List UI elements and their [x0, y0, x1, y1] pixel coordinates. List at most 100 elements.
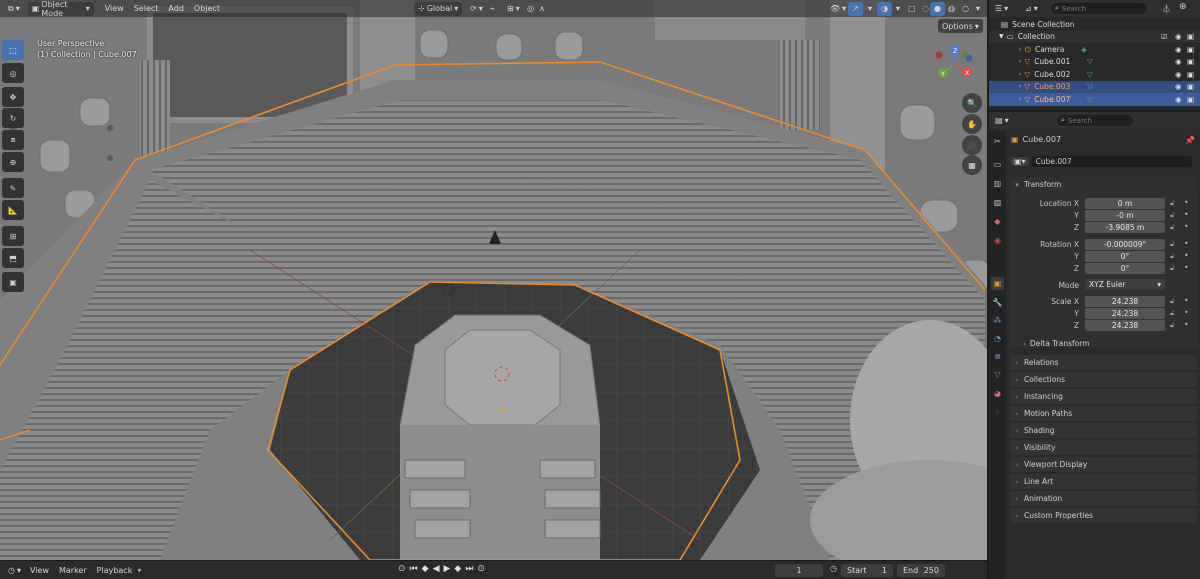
- start-frame-field[interactable]: Start 1: [841, 564, 893, 577]
- outliner-search[interactable]: ⌕ Search: [1051, 3, 1147, 14]
- scale-tool[interactable]: ⧈: [2, 130, 24, 150]
- editor-type-button[interactable]: ⧉ ▾: [4, 2, 24, 16]
- proportional-falloff-button[interactable]: ∧: [535, 2, 549, 16]
- menu-object[interactable]: Object: [189, 4, 225, 13]
- transform-panel-header[interactable]: ▾ Transform: [1010, 177, 1197, 192]
- properties-search[interactable]: ⌕ Search: [1057, 115, 1133, 126]
- orientation-dropdown[interactable]: ⊹ Global ▾: [414, 1, 462, 16]
- shading-material[interactable]: ◍: [944, 2, 959, 16]
- gizmo-dropdown[interactable]: ▾: [864, 2, 876, 16]
- object-name-field[interactable]: Cube.007: [1031, 156, 1192, 167]
- lock-icon[interactable]: 🔓︎: [1170, 264, 1175, 273]
- camera-icon[interactable]: ▣: [1187, 57, 1194, 66]
- snap-button[interactable]: ⌁: [486, 2, 499, 16]
- location-x-field[interactable]: 0 m: [1085, 198, 1165, 209]
- relations-panel[interactable]: › Relations: [1010, 355, 1197, 370]
- gizmo-toggle[interactable]: ↗: [848, 1, 863, 16]
- properties-editor-button[interactable]: ▤ ▾: [991, 113, 1013, 127]
- navigation-gizmo[interactable]: Z X Y: [925, 40, 981, 90]
- lock-icon[interactable]: 🔓︎: [1170, 240, 1175, 249]
- collection-row[interactable]: ▼ ▭ Collection ☑ ◉ ▣: [989, 30, 1200, 43]
- shading-solid[interactable]: ●: [930, 1, 945, 16]
- record-icon[interactable]: ⊙: [398, 564, 406, 574]
- keyframe-dot-icon[interactable]: •: [1184, 251, 1189, 260]
- keyframe-dot-icon[interactable]: •: [1184, 210, 1189, 219]
- ortho-toggle-button[interactable]: ▦: [962, 155, 982, 175]
- data-tab-icon[interactable]: ▽: [991, 368, 1004, 381]
- select-box-tool[interactable]: ⬚: [2, 40, 24, 60]
- outliner-item-cube007[interactable]: › ▽ Cube.007 ▽ ◉ ▣: [989, 93, 1200, 106]
- rotation-z-field[interactable]: 0°: [1085, 263, 1165, 274]
- timeline-menu-marker[interactable]: Marker: [54, 566, 92, 575]
- jump-start-icon[interactable]: ⏮: [410, 564, 418, 574]
- render-tab-icon[interactable]: ▭: [991, 158, 1004, 171]
- view-layer-tab-icon[interactable]: ▨: [991, 196, 1004, 209]
- scale-y-field[interactable]: 24.238: [1085, 308, 1165, 319]
- mode-dropdown[interactable]: ▣ Object Mode ▾: [27, 0, 94, 18]
- timeline-menu-playback[interactable]: Playback: [92, 566, 138, 575]
- menu-view[interactable]: View: [100, 4, 129, 13]
- eye-icon[interactable]: ◉: [1175, 95, 1182, 104]
- annotate-tool[interactable]: ✎: [2, 178, 24, 198]
- add-cube-alt-tool[interactable]: ⬒: [2, 248, 24, 268]
- tool-tab-icon[interactable]: ✂: [991, 135, 1004, 148]
- camera-icon[interactable]: ▣: [1187, 32, 1194, 41]
- custom-properties-panel[interactable]: › Custom Properties: [1010, 508, 1197, 523]
- zoom-button[interactable]: 🔍: [962, 93, 982, 113]
- eye-icon[interactable]: ◉: [1175, 82, 1182, 91]
- camera-icon[interactable]: ▣: [1187, 82, 1194, 91]
- rotation-y-field[interactable]: 0°: [1085, 251, 1165, 262]
- play-reverse-icon[interactable]: ◀: [433, 564, 440, 574]
- delta-transform-subpanel[interactable]: › Delta Transform: [1023, 339, 1090, 348]
- display-mode-button[interactable]: ⊿ ▾: [1021, 1, 1042, 15]
- particles-tab-icon[interactable]: ⁂: [991, 314, 1004, 327]
- shading-rendered[interactable]: ○: [958, 2, 973, 16]
- eye-icon[interactable]: ◉: [1175, 32, 1182, 41]
- pivot-point-button[interactable]: ⟳ ▾: [466, 2, 487, 16]
- timeline-editor-button[interactable]: ◷ ▾: [4, 563, 25, 577]
- keyframe-dot-icon[interactable]: •: [1184, 308, 1189, 317]
- keyframe-dot-icon[interactable]: •: [1184, 296, 1189, 305]
- location-y-field[interactable]: -0 m: [1085, 210, 1165, 221]
- move-tool[interactable]: ✥: [2, 87, 24, 107]
- next-keyframe-icon[interactable]: ◆: [454, 564, 461, 574]
- keyframe-dot-icon[interactable]: •: [1184, 263, 1189, 272]
- object-tab-icon[interactable]: ▣: [991, 277, 1004, 290]
- outliner-item-cube001[interactable]: › ▽ Cube.001 ▽ ◉ ▣: [989, 56, 1200, 69]
- motion-paths-panel[interactable]: › Motion Paths: [1010, 406, 1197, 421]
- new-collection-icon[interactable]: ⊕: [1179, 2, 1187, 12]
- end-frame-field[interactable]: End 250: [897, 564, 945, 577]
- visibility-panel[interactable]: › Visibility: [1010, 440, 1197, 455]
- transform-tool[interactable]: ⊕: [2, 152, 24, 172]
- jump-end-icon[interactable]: ⏭: [465, 564, 473, 574]
- camera-icon[interactable]: ▣: [1187, 95, 1194, 104]
- scene-collection-row[interactable]: ▤ Scene Collection: [989, 18, 1200, 31]
- overlays-dropdown[interactable]: ▾: [892, 2, 904, 16]
- lock-icon[interactable]: 🔓︎: [1170, 297, 1175, 306]
- visibility-button[interactable]: 👁 ▾: [826, 2, 850, 16]
- menu-add[interactable]: Add: [163, 4, 189, 13]
- output-tab-icon[interactable]: ▥: [991, 177, 1004, 190]
- rotation-mode-dropdown[interactable]: XYZ Euler ▾: [1085, 279, 1165, 290]
- play-icon[interactable]: ▶: [444, 564, 451, 574]
- camera-icon[interactable]: ▣: [1187, 70, 1194, 79]
- checkbox-icon[interactable]: ☑: [1161, 33, 1167, 41]
- camera-view-button[interactable]: 🎥: [962, 135, 982, 155]
- menu-select[interactable]: Select: [129, 4, 164, 13]
- physics-tab-icon[interactable]: ◔: [991, 332, 1004, 345]
- extra-tool[interactable]: ▣: [2, 272, 24, 292]
- pin-icon[interactable]: 📌: [1185, 136, 1195, 145]
- lock-icon[interactable]: 🔓︎: [1170, 309, 1175, 318]
- scale-x-field[interactable]: 24.238: [1085, 296, 1165, 307]
- outliner-item-camera[interactable]: › ⌬ Camera ◈ ◉ ▣: [989, 43, 1200, 56]
- eye-icon[interactable]: ◉: [1175, 70, 1182, 79]
- overlays-toggle[interactable]: ◑: [877, 1, 892, 16]
- world-tab-icon[interactable]: ◉: [991, 234, 1004, 247]
- options-button[interactable]: Options ▾: [938, 19, 983, 33]
- texture-tab-icon[interactable]: ◦: [991, 406, 1004, 419]
- 3d-viewport[interactable]: ⧉ ▾ ▣ Object Mode ▾ View Select Add Objec…: [0, 0, 987, 560]
- modifiers-tab-icon[interactable]: 🔧: [991, 296, 1004, 309]
- lock-icon[interactable]: 🔓︎: [1170, 199, 1175, 208]
- add-cube-tool[interactable]: ⊞: [2, 226, 24, 246]
- outliner-item-cube002[interactable]: › ▽ Cube.002 ▽ ◉ ▣: [989, 68, 1200, 81]
